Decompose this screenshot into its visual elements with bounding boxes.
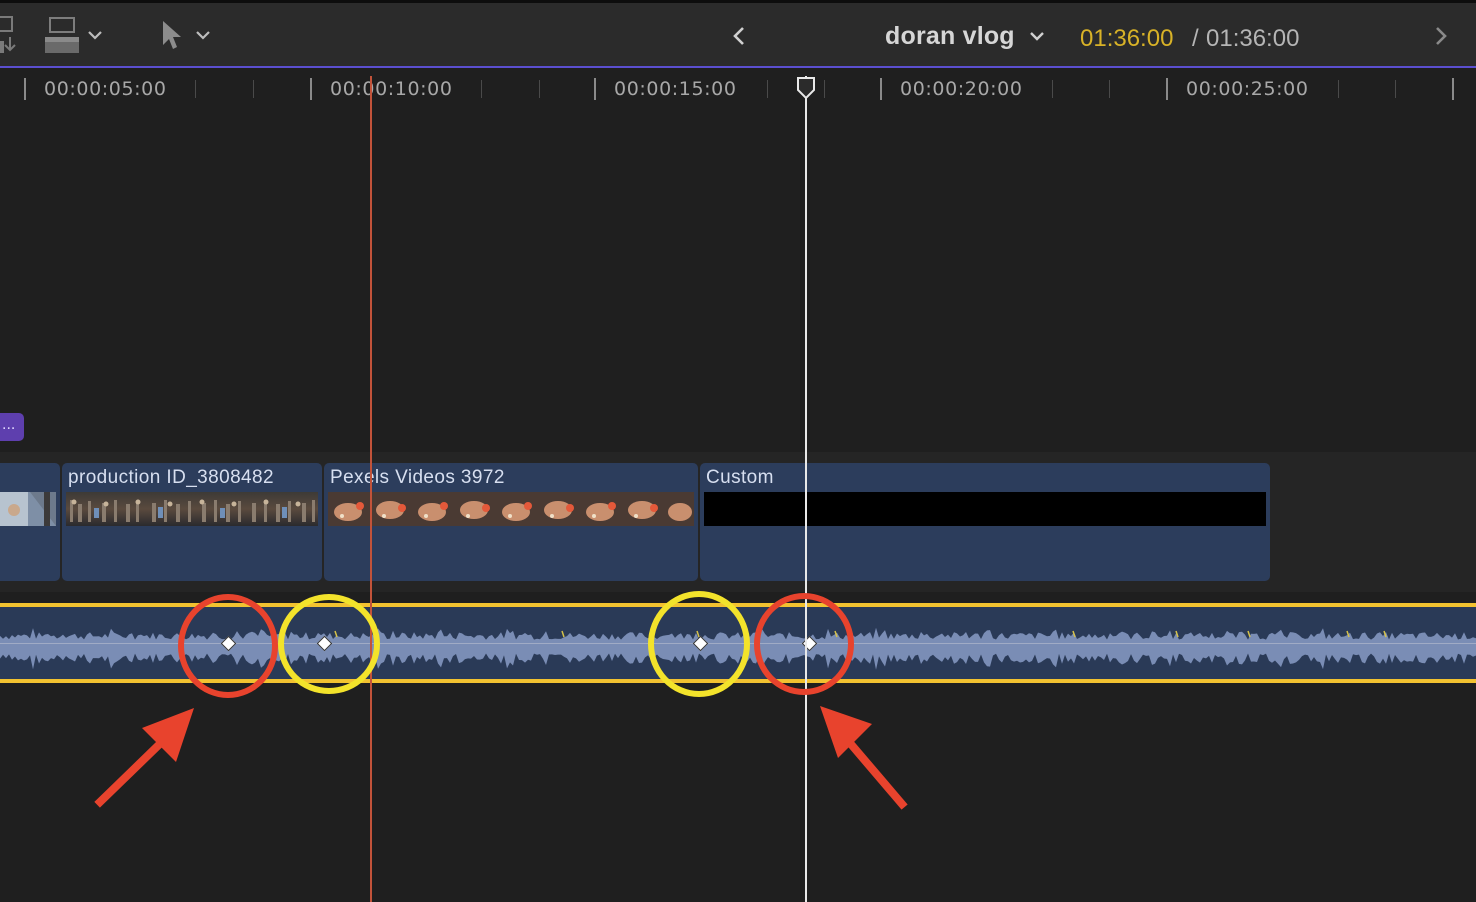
ruler-tick bbox=[594, 78, 596, 100]
connected-title-clip[interactable]: ... bbox=[0, 413, 24, 441]
ruler-tick bbox=[310, 78, 312, 100]
back-arrow-icon[interactable] bbox=[732, 26, 746, 46]
annotation-red-arrow-icon bbox=[94, 708, 194, 808]
ruler-label: 00:00:25:00 bbox=[1186, 78, 1309, 100]
ruler-tick bbox=[481, 80, 482, 98]
annotation-yellow-circle bbox=[648, 591, 750, 697]
clip-filmstrip bbox=[704, 492, 1266, 526]
ruler-label: 00:00:05:00 bbox=[44, 78, 167, 100]
ruler-label: 00:00:10:00 bbox=[330, 78, 453, 100]
project-name[interactable]: doran vlog bbox=[885, 22, 1015, 51]
append-clip-icon[interactable] bbox=[0, 15, 22, 55]
ruler-tick bbox=[1166, 78, 1168, 100]
ruler-tick bbox=[1338, 80, 1339, 98]
ruler-tick bbox=[24, 78, 26, 100]
chevron-down-icon[interactable] bbox=[88, 31, 102, 41]
ruler-tick bbox=[1109, 80, 1110, 98]
clip-title: production ID_3808482 bbox=[68, 467, 274, 488]
project-dropdown-chevron-icon[interactable] bbox=[1029, 31, 1045, 43]
timeline-toolbar: doran vlog 01:36:00 / 01:36:00 bbox=[0, 0, 1476, 68]
ruler-tick bbox=[1052, 80, 1053, 98]
timeline-ruler[interactable]: 00:00:05:00 00:00:10:00 00:00:15:00 00:0… bbox=[0, 68, 1476, 108]
clip-pexels[interactable]: Pexels Videos 3972 bbox=[324, 463, 698, 581]
ruler-tick bbox=[880, 78, 882, 100]
annotation-red-circle bbox=[178, 594, 278, 698]
clip-filmstrip bbox=[328, 492, 694, 526]
ruler-tick bbox=[824, 80, 825, 98]
forward-arrow-icon[interactable] bbox=[1434, 26, 1448, 46]
playhead-line[interactable] bbox=[805, 76, 807, 902]
clip-appearance-icon[interactable] bbox=[44, 17, 80, 55]
ruler-label: 00:00:20:00 bbox=[900, 78, 1023, 100]
chevron-down-icon[interactable] bbox=[196, 31, 210, 41]
clip-custom[interactable]: Custom bbox=[700, 463, 1270, 581]
annotation-yellow-circle bbox=[278, 594, 380, 694]
clip-filmstrip bbox=[0, 492, 56, 526]
skimmer-line bbox=[370, 76, 372, 902]
clip-production[interactable]: production ID_3808482 bbox=[62, 463, 322, 581]
select-tool-icon[interactable] bbox=[160, 19, 184, 51]
ruler-tick bbox=[767, 80, 768, 98]
timecode-separator: / bbox=[1192, 25, 1199, 52]
clip-title: Custom bbox=[706, 467, 774, 488]
ruler-tick bbox=[539, 80, 540, 98]
annotation-red-arrow-icon bbox=[820, 706, 908, 810]
ruler-tick bbox=[1395, 80, 1396, 98]
ruler-tick bbox=[253, 80, 254, 98]
annotation-red-circle bbox=[754, 593, 854, 695]
clip-partial[interactable] bbox=[0, 463, 60, 581]
timecode-current: 01:36:00 bbox=[1080, 25, 1174, 52]
clip-filmstrip bbox=[66, 492, 318, 526]
ruler-tick bbox=[195, 80, 196, 98]
clip-title: Pexels Videos 3972 bbox=[330, 467, 505, 488]
playhead-handle-icon[interactable] bbox=[796, 76, 816, 102]
ruler-label: 00:00:15:00 bbox=[614, 78, 737, 100]
timecode-total: 01:36:00 bbox=[1206, 25, 1300, 52]
ruler-tick bbox=[1452, 78, 1454, 100]
